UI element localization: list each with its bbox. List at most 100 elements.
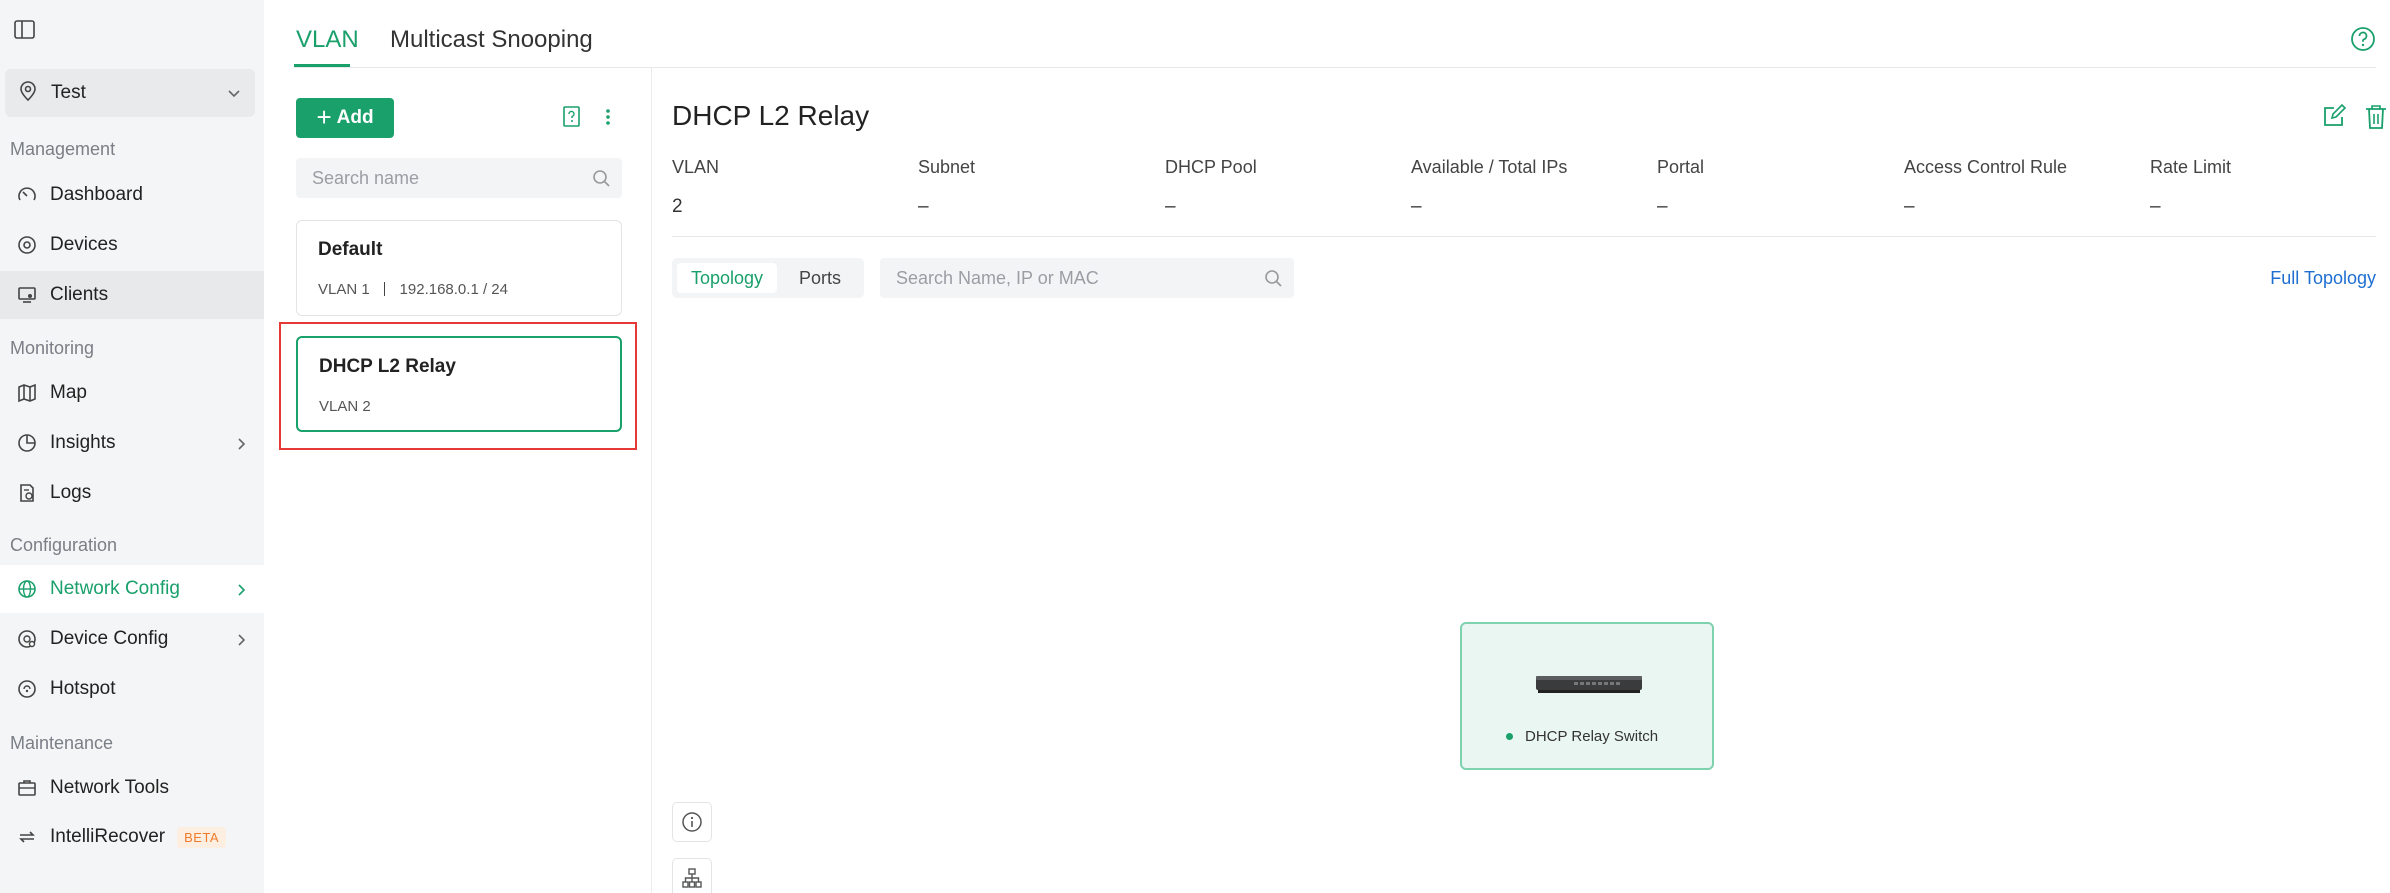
dashboard-gauge-icon	[16, 184, 38, 206]
tab-ports[interactable]: Ports	[782, 263, 858, 293]
vlan-id: VLAN 1	[318, 281, 370, 298]
search-icon[interactable]	[592, 169, 610, 192]
device-config-icon	[16, 628, 38, 650]
section-configuration: Configuration	[10, 535, 118, 555]
delete-trash-icon[interactable]	[2364, 104, 2388, 135]
vlan-search-input[interactable]	[296, 158, 576, 198]
recover-arrows-icon	[16, 826, 38, 848]
detail-title: DHCP L2 Relay	[672, 100, 870, 131]
sidebar-item-label: Devices	[50, 234, 118, 255]
chevron-right-icon	[236, 581, 246, 603]
vlan-search-box	[296, 158, 622, 198]
sidebar-item-logs[interactable]: Logs	[0, 469, 264, 517]
sidebar-item-label: Network Tools	[50, 777, 169, 798]
sidebar-item-label: Clients	[50, 284, 109, 305]
location-pin-icon	[19, 80, 37, 106]
section-monitoring: Monitoring	[10, 338, 95, 358]
site-selector[interactable]: Test	[5, 69, 255, 117]
field-label-subnet: Subnet	[918, 157, 976, 177]
sidebar-item-label: Hotspot	[50, 678, 116, 699]
sidebar-item-label: Insights	[50, 432, 116, 453]
sidebar-item-device-config[interactable]: Device Config	[0, 615, 264, 663]
more-options-icon[interactable]	[604, 106, 612, 133]
vlan-detail-panel: DHCP L2 Relay VLAN 2 Subnet – DHCP Pool …	[652, 68, 2390, 893]
sidebar-item-map[interactable]: Map	[0, 369, 264, 417]
sidebar-item-label: Dashboard	[50, 184, 143, 205]
sidebar-item-insights[interactable]: Insights	[0, 419, 264, 467]
search-icon[interactable]	[1264, 269, 1282, 292]
sidebar-item-network-config[interactable]: Network Config	[0, 565, 264, 613]
tab-topology[interactable]: Topology	[677, 263, 777, 293]
status-online-dot	[1506, 733, 1513, 740]
help-icon[interactable]	[2350, 26, 2376, 57]
full-topology-link[interactable]: Full Topology	[2270, 268, 2376, 289]
sidebar: Test Management Dashboard Devices Client…	[0, 0, 264, 893]
field-value-portal: –	[1657, 196, 1668, 217]
field-label-rate-limit: Rate Limit	[2150, 157, 2232, 177]
globe-icon	[16, 578, 38, 600]
chevron-right-icon	[236, 631, 246, 653]
add-button-label: Add	[336, 107, 374, 128]
node-label: DHCP Relay Switch	[1506, 728, 1658, 745]
site-name: Test	[51, 82, 86, 103]
vlan-card-default[interactable]: Default VLAN 1 192.168.0.1 / 24	[296, 220, 622, 316]
sidebar-item-label: Device Config	[50, 628, 169, 649]
sidebar-toggle-icon[interactable]	[14, 20, 36, 40]
sidebar-item-intellirecover[interactable]: IntelliRecover BETA	[0, 813, 264, 861]
top-tabs: VLAN Multicast Snooping	[264, 0, 2390, 68]
field-label-access-control: Access Control Rule	[1904, 157, 2068, 177]
field-label-vlan: VLAN	[672, 157, 720, 177]
field-label-portal: Portal	[1657, 157, 1705, 177]
plus-icon: +	[316, 101, 332, 132]
vlan-list-panel: + Add Default VLAN 1 192.168.0.1 / 24 DH…	[264, 68, 652, 893]
app-root: Test Management Dashboard Devices Client…	[0, 0, 2390, 893]
hotspot-icon	[16, 678, 38, 700]
field-value-dhcp-pool: –	[1165, 196, 1176, 217]
field-value-vlan: 2	[672, 196, 683, 217]
detail-divider	[672, 236, 2376, 237]
topology-search-box	[880, 258, 1294, 298]
sidebar-item-label: Network Config	[50, 578, 180, 599]
tab-vlan[interactable]: VLAN	[296, 26, 359, 54]
sidebar-item-devices[interactable]: Devices	[0, 221, 264, 269]
devices-icon	[16, 234, 38, 256]
sidebar-item-hotspot[interactable]: Hotspot	[0, 665, 264, 713]
field-value-access-control: –	[1904, 196, 1915, 217]
edit-icon[interactable]	[2322, 103, 2347, 133]
vlan-subnet: 192.168.0.1 / 24	[399, 281, 508, 298]
field-value-subnet: –	[918, 196, 929, 217]
meta-separator	[383, 282, 386, 296]
info-icon[interactable]	[672, 802, 712, 842]
section-management: Management	[10, 139, 116, 159]
topology-tree-icon[interactable]	[672, 858, 712, 893]
field-label-available-ips: Available / Total IPs	[1411, 157, 1568, 177]
node-name: DHCP Relay Switch	[1525, 728, 1659, 745]
toolbox-icon	[16, 777, 38, 799]
field-label-dhcp-pool: DHCP Pool	[1165, 157, 1257, 177]
clients-monitor-icon	[16, 284, 38, 306]
field-value-available-ips: –	[1411, 196, 1422, 217]
vlan-card-name: Default	[318, 239, 383, 260]
chevron-right-icon	[236, 435, 246, 457]
section-maintenance: Maintenance	[10, 733, 114, 753]
view-switcher: Topology Ports	[672, 258, 864, 298]
sidebar-item-label: Map	[50, 382, 87, 403]
switch-device-icon	[1534, 672, 1644, 701]
topology-search-input[interactable]	[880, 258, 1240, 298]
chevron-down-icon	[227, 86, 241, 104]
sidebar-item-label: IntelliRecover	[50, 826, 166, 847]
add-button[interactable]: + Add	[296, 98, 394, 138]
tab-multicast-snooping[interactable]: Multicast Snooping	[390, 26, 593, 54]
map-icon	[16, 382, 38, 404]
field-value-rate-limit: –	[2150, 196, 2161, 217]
sidebar-item-label: Logs	[50, 482, 92, 503]
vlan-card-meta: VLAN 1 192.168.0.1 / 24	[318, 281, 508, 298]
sidebar-item-network-tools[interactable]: Network Tools	[0, 764, 264, 812]
selection-highlight	[279, 322, 637, 450]
sidebar-item-clients[interactable]: Clients	[0, 271, 264, 319]
logs-icon	[16, 482, 38, 504]
topology-node-switch[interactable]: DHCP Relay Switch	[1460, 622, 1714, 770]
sidebar-item-dashboard[interactable]: Dashboard	[0, 171, 264, 219]
pie-chart-icon	[16, 432, 38, 454]
guide-book-icon[interactable]	[562, 106, 582, 133]
